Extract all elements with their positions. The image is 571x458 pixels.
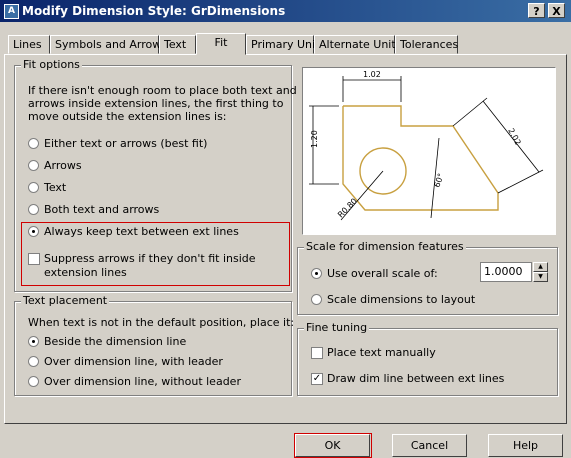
radio-best-fit-label[interactable]: Either text or arrows (best fit)	[44, 137, 207, 150]
fit-description-2: arrows inside extension lines, the first…	[28, 97, 284, 110]
text-placement-title: Text placement	[21, 294, 110, 307]
radio-arrows[interactable]	[28, 160, 39, 171]
radio-without-leader-label[interactable]: Over dimension line, without leader	[44, 375, 241, 388]
radio-scale-layout[interactable]	[311, 294, 322, 305]
close-button[interactable]: X	[548, 3, 565, 18]
draw-dim-line-label[interactable]: Draw dim line between ext lines	[327, 372, 504, 385]
tab-alternate-units[interactable]: Alternate Units	[314, 35, 401, 54]
scale-title: Scale for dimension features	[304, 240, 466, 253]
cancel-button[interactable]: Cancel	[392, 434, 467, 457]
draw-dim-line-checkbox[interactable]: ✓	[311, 373, 323, 385]
place-manually-label[interactable]: Place text manually	[327, 346, 436, 359]
place-manually-checkbox[interactable]	[311, 347, 323, 359]
spin-up-icon[interactable]: ▲	[533, 262, 548, 272]
help-title-button[interactable]: ?	[528, 3, 545, 18]
tab-text[interactable]: Text	[159, 35, 196, 54]
fine-tuning-title: Fine tuning	[304, 321, 370, 334]
spin-down-icon[interactable]: ▼	[533, 272, 548, 282]
preview-label-1: 1.02	[363, 70, 381, 79]
radio-scale-layout-label[interactable]: Scale dimensions to layout	[327, 293, 475, 306]
radio-both-label[interactable]: Both text and arrows	[44, 203, 159, 216]
radio-with-leader[interactable]	[28, 356, 39, 367]
fit-description-3: move outside the extension lines is:	[28, 110, 227, 123]
radio-arrows-label[interactable]: Arrows	[44, 159, 82, 172]
radio-overall-scale[interactable]	[311, 268, 322, 279]
preview-label-4: R0.80	[336, 197, 359, 220]
radio-both[interactable]	[28, 204, 39, 215]
tab-symbols-arrows[interactable]: Symbols and Arrows	[50, 35, 167, 54]
preview-label-2: 1.20	[310, 130, 319, 148]
fine-tuning-group: Fine tuning	[297, 321, 558, 396]
preview-outline	[342, 105, 499, 211]
radio-with-leader-label[interactable]: Over dimension line, with leader	[44, 355, 223, 368]
radio-best-fit[interactable]	[28, 138, 39, 149]
radio-text[interactable]	[28, 182, 39, 193]
radio-overall-scale-label[interactable]: Use overall scale of:	[327, 267, 438, 280]
preview-label-5: 60°	[432, 172, 445, 188]
tab-tolerances[interactable]: Tolerances	[395, 35, 458, 54]
preview-image: 1.02 1.20 2.02 R0.80 60°	[302, 67, 556, 235]
tab-fit[interactable]: Fit	[196, 33, 246, 55]
radio-beside[interactable]	[28, 336, 39, 347]
text-placement-description: When text is not in the default position…	[28, 316, 295, 329]
preview-label-3: 2.02	[506, 127, 522, 147]
tab-primary-units[interactable]: Primary Units	[246, 35, 325, 54]
radio-text-label[interactable]: Text	[44, 181, 66, 194]
fit-description-1: If there isn't enough room to place both…	[28, 84, 297, 97]
ok-highlight-box	[294, 433, 372, 458]
highlight-box	[21, 222, 290, 286]
app-icon: A	[4, 4, 19, 19]
radio-without-leader[interactable]	[28, 376, 39, 387]
help-button[interactable]: Help	[488, 434, 563, 457]
fit-options-title: Fit options	[21, 58, 82, 71]
scale-input[interactable]: 1.0000	[480, 262, 532, 282]
window-title: Modify Dimension Style: GrDimensions	[22, 4, 286, 18]
title-bar[interactable]: A Modify Dimension Style: GrDimensions ?…	[0, 0, 571, 22]
tab-lines[interactable]: Lines	[8, 35, 50, 54]
radio-beside-label[interactable]: Beside the dimension line	[44, 335, 186, 348]
